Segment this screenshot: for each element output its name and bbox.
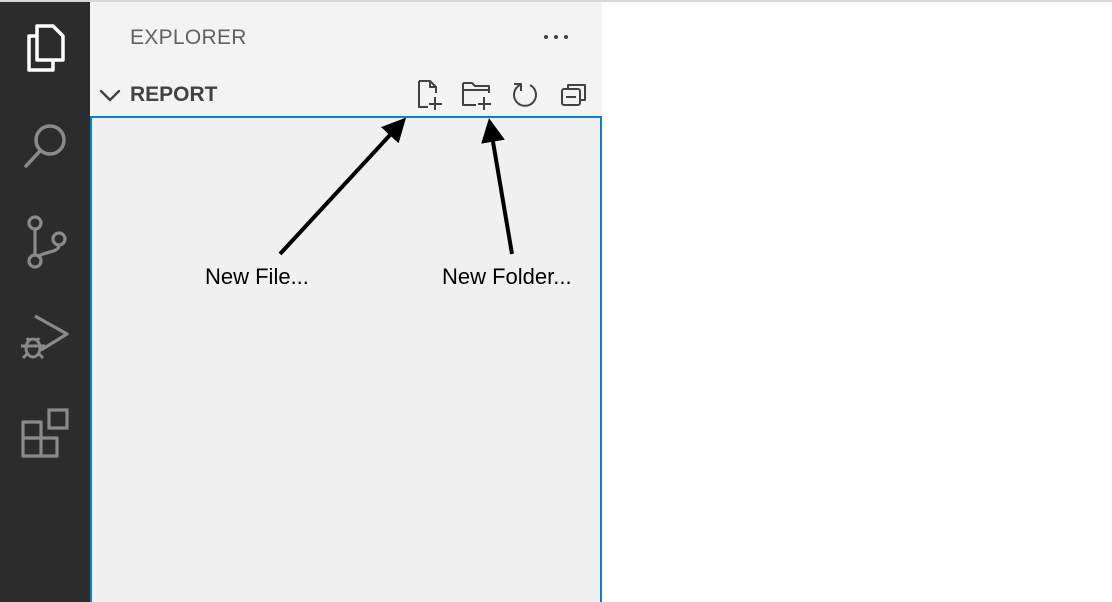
collapse-all-icon [561,84,586,106]
refresh-icon [513,83,537,107]
source-control-icon[interactable] [0,212,90,272]
extensions-icon[interactable] [0,404,90,464]
sidebar-title: EXPLORER [130,26,247,49]
search-icon[interactable] [0,116,90,176]
new-file-button[interactable] [412,78,446,112]
new-folder-annotation-label: New Folder... [442,264,572,289]
new-file-icon [418,80,442,110]
section-header-report[interactable]: REPORT [90,76,602,114]
new-folder-icon [462,82,491,110]
section-title[interactable]: REPORT [130,83,218,107]
collapse-all-button[interactable] [557,78,591,112]
ellipsis-icon [544,35,548,39]
new-folder-button[interactable] [460,78,494,112]
more-actions-button[interactable] [534,22,578,52]
chevron-down-icon[interactable] [98,84,122,106]
explorer-tree-area[interactable] [90,116,602,602]
explorer-icon[interactable] [0,18,90,78]
activity-bar [0,2,90,602]
run-debug-icon[interactable] [0,308,90,368]
refresh-button[interactable] [508,78,542,112]
new-file-annotation-label: New File... [205,264,309,289]
